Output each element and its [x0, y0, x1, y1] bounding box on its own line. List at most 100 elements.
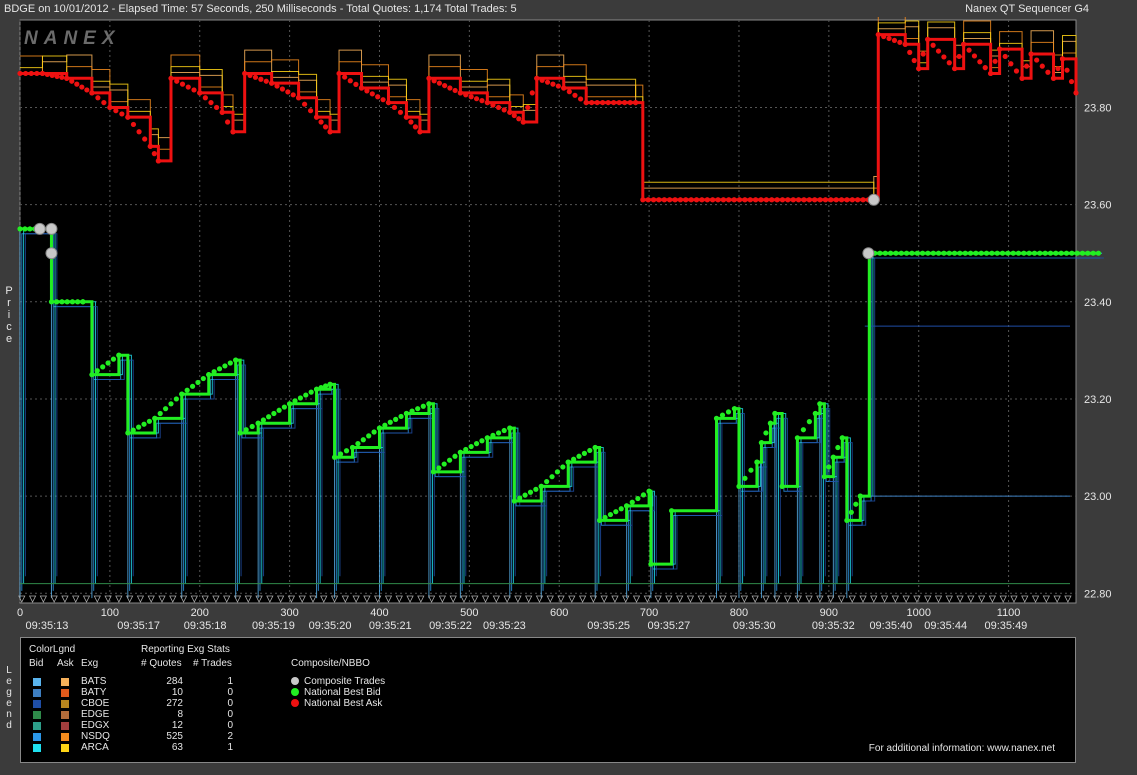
national-best-bid-point — [387, 419, 393, 425]
national-best-ask-point — [534, 75, 540, 81]
national-best-bid-point — [222, 363, 228, 369]
national-best-bid-point — [736, 483, 742, 489]
national-best-ask-point — [353, 81, 359, 87]
national-best-ask-point — [347, 78, 353, 84]
x-tick-label: 300 — [280, 607, 298, 619]
national-best-bid-point — [446, 457, 453, 463]
trade-count: 2 — [227, 731, 233, 742]
national-best-ask-point — [710, 197, 716, 203]
national-best-bid-point — [848, 509, 854, 515]
national-best-ask-point — [779, 197, 786, 203]
national-best-bid-point — [484, 435, 490, 441]
national-best-ask-point — [589, 99, 595, 106]
national-best-bid-point — [318, 385, 324, 391]
national-best-ask-point — [539, 77, 545, 83]
national-best-ask-point — [795, 197, 802, 203]
national-best-ask-point — [1055, 65, 1061, 72]
national-best-ask-point — [640, 197, 646, 203]
national-best-ask-point — [342, 74, 348, 80]
quote-count: 272 — [166, 698, 183, 709]
national-best-bid-point — [648, 561, 654, 567]
legend-axis-title-letter: g — [6, 687, 12, 698]
national-best-ask-point — [855, 197, 861, 203]
national-best-ask-point — [583, 99, 589, 106]
national-best-ask-point — [484, 99, 490, 106]
national-best-bid-point — [507, 425, 513, 431]
national-best-bid-point — [713, 415, 720, 421]
exchange-name: CBOE — [81, 698, 110, 709]
national-best-ask-point — [656, 197, 662, 203]
national-best-ask-point — [693, 197, 700, 203]
ask-swatch — [61, 733, 69, 741]
chart-title: BDGE on 10/01/2012 - Elapsed Time: 57 Se… — [4, 3, 517, 15]
national-best-bid-point — [624, 503, 630, 509]
bid-swatch — [33, 678, 41, 686]
national-best-ask-point — [179, 81, 186, 87]
national-best-ask-point — [838, 197, 845, 203]
national-best-ask-point — [274, 83, 280, 89]
x-tick-label: 500 — [460, 607, 478, 619]
national-best-bid-point — [607, 511, 614, 518]
national-best-bid-point — [1047, 250, 1054, 256]
y-tick-label: 22.80 — [1084, 588, 1112, 600]
quote-count: 284 — [166, 676, 183, 687]
national-best-ask-point — [369, 91, 375, 97]
national-best-bid-point — [479, 438, 485, 444]
national-best-bid-point — [200, 375, 206, 382]
national-best-ask-point — [891, 37, 898, 44]
national-best-bid-point — [560, 464, 566, 470]
national-best-bid-point — [495, 430, 502, 436]
national-best-bid-point — [935, 250, 942, 256]
national-best-ask-point — [844, 197, 850, 203]
national-best-ask-point — [988, 70, 994, 77]
national-best-ask-point — [125, 114, 131, 120]
composite-swatch — [291, 677, 299, 685]
national-best-ask-point — [1045, 69, 1051, 75]
national-best-ask-point — [307, 108, 314, 114]
national-best-bid-point — [646, 488, 652, 494]
national-best-bid-point — [1063, 250, 1070, 256]
price-chart[interactable]: NANEX 22.80 23.00 23.20 23.40 23.60 23.80 0 100 2… — [0, 17, 1137, 637]
national-best-ask-point — [151, 151, 157, 157]
quote-count: 10 — [171, 687, 183, 698]
national-best-ask-point — [185, 84, 191, 90]
national-best-ask-point — [69, 78, 75, 84]
time-label: 09:35:49 — [984, 620, 1027, 632]
national-best-ask-point — [507, 109, 513, 115]
national-best-ask-point — [403, 114, 410, 120]
national-best-bid-point — [206, 372, 212, 378]
national-best-ask-point — [1019, 75, 1025, 81]
national-best-bid-point — [292, 398, 298, 404]
trade-count: 0 — [227, 709, 233, 720]
time-label: 09:35:22 — [429, 620, 472, 632]
composite-trade-point — [45, 222, 58, 235]
national-best-bid-point — [533, 486, 539, 492]
y-tick-label: 23.80 — [1084, 102, 1112, 114]
national-best-bid-point — [1058, 250, 1064, 256]
ask-swatch — [61, 744, 69, 752]
national-best-ask-point — [952, 65, 958, 72]
national-best-ask-point — [147, 143, 153, 149]
national-best-bid-point — [763, 430, 769, 436]
national-best-bid-point — [343, 448, 350, 454]
national-best-ask-point — [935, 48, 942, 54]
x-tick-label: 700 — [640, 607, 658, 619]
national-best-bid-point — [255, 420, 261, 426]
national-best-bid-point — [393, 416, 399, 422]
watermark: NANEX — [24, 28, 121, 49]
national-best-ask-point — [605, 99, 611, 106]
national-best-ask-point — [677, 197, 684, 203]
legend-axis-title-letter: d — [6, 720, 12, 731]
y-tick-label: 23.60 — [1084, 200, 1112, 212]
national-best-ask-point — [925, 36, 931, 43]
national-best-ask-point — [44, 71, 50, 78]
national-best-ask-point — [412, 124, 419, 130]
national-best-ask-point — [84, 87, 90, 93]
bid-swatch — [33, 689, 41, 697]
national-best-ask-point — [468, 94, 474, 100]
national-best-bid-point — [409, 408, 415, 414]
national-best-bid-point — [844, 517, 850, 524]
national-best-bid-point — [581, 450, 587, 456]
x-tick-label: 0 — [17, 607, 23, 619]
ask-swatch — [61, 711, 69, 719]
